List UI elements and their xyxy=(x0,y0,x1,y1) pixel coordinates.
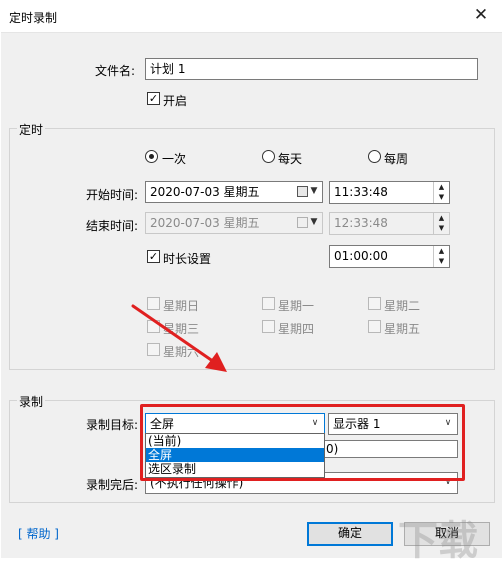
start-time-spinner[interactable]: ▲ ▼ xyxy=(433,182,449,203)
annotation-arrow-icon xyxy=(131,304,227,372)
radio-weekly-label: 每周 xyxy=(384,152,409,166)
help-link[interactable]: [ 帮助 ] xyxy=(18,525,59,542)
arrow-head xyxy=(205,352,227,372)
record-finish-label: 录制完后: xyxy=(86,478,139,492)
highlight-box xyxy=(140,404,465,481)
title-bar: 定时录制 ✕ xyxy=(0,0,503,32)
watermark-logo: 下载 xyxy=(398,518,478,564)
start-date-value: 2020-07-03 星期五 xyxy=(150,185,260,199)
weekday-checkbox-mon xyxy=(262,297,275,310)
weekday-checkbox-thu xyxy=(262,320,275,333)
weekday-label-thu: 星期四 xyxy=(278,322,315,336)
chevron-down-icon: ▼ xyxy=(310,217,318,227)
filename-label: 文件名: xyxy=(95,64,136,78)
weekday-checkbox-fri xyxy=(368,320,381,333)
end-date-value: 2020-07-03 星期五 xyxy=(150,216,260,230)
radio-daily-label: 每天 xyxy=(278,152,303,166)
close-icon[interactable]: ✕ xyxy=(466,4,496,28)
radio-once-label: 一次 xyxy=(162,152,187,166)
end-time-input: 12:33:48 xyxy=(329,212,450,235)
duration-label: 时长设置 xyxy=(163,252,212,266)
arrow-up-icon[interactable]: ▲ xyxy=(434,182,449,192)
radio-daily[interactable] xyxy=(262,150,275,163)
start-time-input[interactable]: 11:33:48 xyxy=(329,181,450,204)
weekday-label-mon: 星期一 xyxy=(278,299,315,313)
weekday-label-fri: 星期五 xyxy=(384,322,421,336)
arrow-down-icon: ▼ xyxy=(438,224,445,232)
radio-weekly[interactable] xyxy=(368,150,381,163)
arrow-down-icon[interactable]: ▼ xyxy=(434,192,449,202)
record-target-label: 录制目标: xyxy=(86,418,139,432)
start-time-label: 开始时间: xyxy=(86,188,139,202)
duration-checkbox[interactable]: ✓ xyxy=(147,250,160,263)
end-time-value: 12:33:48 xyxy=(334,216,388,230)
weekday-checkbox-tue xyxy=(368,297,381,310)
duration-spinner[interactable]: ▲ ▼ xyxy=(433,246,449,267)
record-group-title: 录制 xyxy=(17,393,46,410)
duration-input[interactable]: 01:00:00 xyxy=(329,245,450,268)
duration-value: 01:00:00 xyxy=(334,249,388,263)
chevron-down-icon[interactable]: ▼ xyxy=(307,186,321,196)
filename-input[interactable]: 计划 1 xyxy=(145,58,478,80)
radio-once[interactable] xyxy=(145,150,158,163)
ok-button[interactable]: 确定 xyxy=(307,522,393,546)
start-time-value: 11:33:48 xyxy=(334,185,388,199)
weekday-label-tue: 星期二 xyxy=(384,299,421,313)
enable-label: 开启 xyxy=(163,94,188,108)
arrow-down-icon[interactable]: ▼ xyxy=(434,256,449,266)
enable-checkbox[interactable]: ✓ xyxy=(147,92,160,105)
timer-group-title: 定时 xyxy=(17,121,46,138)
end-time-spinner: ▲ ▼ xyxy=(433,213,449,234)
arrow-up-icon: ▲ xyxy=(438,214,445,222)
end-time-label: 结束时间: xyxy=(86,219,139,233)
window-title: 定时录制 xyxy=(9,11,58,25)
arrow-up-icon[interactable]: ▲ xyxy=(434,246,449,256)
arrow-shaft xyxy=(131,304,219,366)
